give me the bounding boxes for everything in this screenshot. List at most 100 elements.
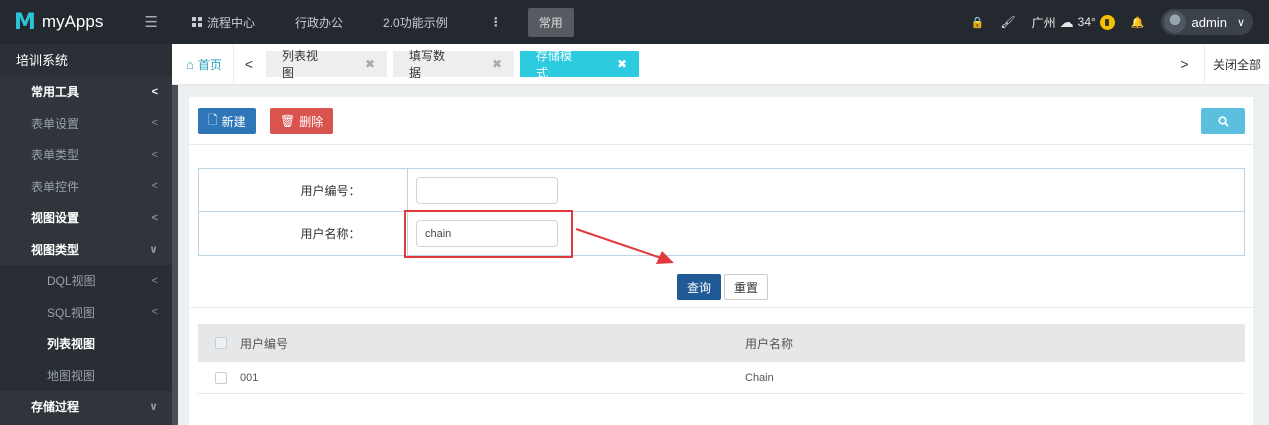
user-code-input[interactable] bbox=[416, 176, 558, 204]
topnav-label: 行政办公 bbox=[295, 15, 344, 30]
sidebar-item-map-view[interactable]: 地图视图 bbox=[0, 359, 172, 391]
sidebar-item-label: 地图视图 bbox=[47, 368, 96, 383]
tab-bar: ⌂ 首页 < 列表视图 ✖ 填写数据 ✖ 存储模式 ✖ > 关闭全部 bbox=[172, 43, 1269, 85]
annotation-arrow bbox=[575, 228, 674, 264]
table-row[interactable]: 001 Chain bbox=[198, 362, 1245, 394]
cloud-icon: ☁ bbox=[1059, 13, 1074, 30]
content-panel: 🗋 新建 🗑 删除 用户编号： 用户名称： 查询 重置 bbox=[189, 97, 1253, 425]
user-name-label: 用户名称： bbox=[199, 212, 408, 255]
chevron-left-icon: < bbox=[151, 85, 158, 98]
tab-home[interactable]: ⌂ 首页 bbox=[172, 43, 234, 85]
topnav-item-process[interactable]: 流程中心 bbox=[172, 0, 275, 44]
user-name: admin bbox=[1191, 14, 1227, 30]
chevron-down-icon: ∨ bbox=[149, 401, 158, 414]
tab-bar-right: > 关闭全部 bbox=[1165, 43, 1269, 85]
close-icon[interactable]: ✖ bbox=[579, 57, 627, 71]
logo-mark: M bbox=[14, 9, 36, 35]
select-all-checkbox[interactable] bbox=[215, 337, 227, 349]
chevron-left-icon: < bbox=[151, 117, 158, 130]
cell-user-name: Chain bbox=[745, 371, 774, 384]
topnav-item-admin[interactable]: 行政办公 bbox=[275, 0, 363, 44]
sidebar-item-view-settings[interactable]: 视图设置 < bbox=[0, 202, 172, 234]
tab-label: 存储模式 bbox=[536, 49, 573, 80]
sidebar: 培训系统 常用工具 < 表单设置 < 表单类型 < 表单控件 < 视图设置 < 视图类型 ∨… bbox=[0, 44, 178, 425]
sidebar-item-sql-view[interactable]: SQL视图 < bbox=[0, 296, 172, 328]
home-icon: ⌂ bbox=[186, 56, 194, 72]
tab-list-view[interactable]: 列表视图 ✖ bbox=[266, 49, 387, 80]
sidebar-root[interactable]: 培训系统 bbox=[0, 44, 172, 76]
sidebar-item-form-controls[interactable]: 表单控件 < bbox=[0, 171, 172, 203]
sidebar-item-view-types[interactable]: 视图类型 ∨ bbox=[0, 234, 172, 266]
chevron-left-icon: < bbox=[151, 180, 158, 193]
app-name: myApps bbox=[41, 12, 104, 31]
temperature-label: 34° bbox=[1077, 15, 1096, 29]
more-icon[interactable]: ⋮ bbox=[468, 15, 524, 29]
bell-icon[interactable]: 🔔 bbox=[1131, 16, 1145, 29]
new-button[interactable]: 🗋 新建 bbox=[198, 108, 256, 134]
close-icon[interactable]: ✖ bbox=[327, 57, 375, 71]
user-code-label: 用户编号： bbox=[199, 169, 408, 211]
grid-icon bbox=[192, 17, 202, 27]
sidebar-item-form-types[interactable]: 表单类型 < bbox=[0, 139, 172, 171]
toolbar: 🗋 新建 🗑 删除 bbox=[189, 97, 1253, 145]
indent-icon[interactable]: ☰ bbox=[145, 13, 158, 31]
lock-icon[interactable]: 🔒 bbox=[971, 16, 985, 29]
sidebar-scrollbar[interactable] bbox=[172, 44, 178, 425]
form-row-user-code: 用户编号： bbox=[199, 169, 1244, 212]
top-bar: M myApps ☰ 流程中心 行政办公 2.0功能示例 ⋮ 常用 🔒 🖌 广州… bbox=[0, 0, 1269, 44]
file-icon: 🗋 bbox=[208, 112, 218, 127]
reset-button[interactable]: 重置 bbox=[724, 274, 769, 300]
sidebar-item-label: 视图设置 bbox=[31, 211, 80, 226]
chevron-down-icon: ∨ bbox=[149, 243, 158, 256]
brush-icon[interactable]: 🖌 bbox=[1000, 15, 1015, 29]
common-button[interactable]: 常用 bbox=[527, 7, 574, 37]
sidebar-item-label: 表单控件 bbox=[31, 179, 80, 194]
results-table: 用户编号 用户名称 001 Chain bbox=[198, 324, 1245, 394]
column-header-user-code[interactable]: 用户编号 bbox=[240, 335, 745, 352]
city-label: 广州 bbox=[1031, 15, 1056, 30]
chevron-left-icon: < bbox=[151, 211, 158, 224]
weather-widget[interactable]: 广州 ☁ 34° bbox=[1032, 14, 1115, 31]
sidebar-item-label: 视图类型 bbox=[31, 242, 80, 257]
sidebar-item-label: 存储过程 bbox=[31, 400, 80, 415]
sidebar-item-label: 列表视图 bbox=[47, 337, 96, 352]
user-code-cell bbox=[408, 169, 1244, 211]
search-form: 用户编号： 用户名称： bbox=[198, 168, 1245, 256]
user-menu[interactable]: admin ∨ bbox=[1160, 9, 1253, 35]
close-all-tabs-button[interactable]: 关闭全部 bbox=[1205, 56, 1269, 73]
sidebar-item-label: DQL视图 bbox=[47, 274, 96, 289]
close-icon[interactable]: ✖ bbox=[454, 57, 502, 71]
form-row-user-name: 用户名称： bbox=[199, 212, 1244, 255]
top-nav: 流程中心 行政办公 2.0功能示例 ⋮ 常用 bbox=[172, 0, 574, 44]
delete-button-label: 删除 bbox=[299, 114, 324, 129]
query-button[interactable]: 查询 bbox=[677, 274, 722, 300]
sidebar-item-form-settings[interactable]: 表单设置 < bbox=[0, 108, 172, 140]
weather-badge-icon bbox=[1099, 14, 1115, 30]
app-logo[interactable]: M myApps ☰ bbox=[0, 0, 172, 44]
tab-next-button[interactable]: > bbox=[1165, 43, 1205, 85]
chevron-left-icon: < bbox=[151, 306, 158, 319]
table-header: 用户编号 用户名称 bbox=[198, 324, 1245, 362]
avatar bbox=[1163, 11, 1186, 33]
row-checkbox[interactable] bbox=[215, 371, 227, 384]
tab-prev-button[interactable]: < bbox=[234, 56, 264, 72]
column-header-user-name[interactable]: 用户名称 bbox=[745, 335, 1245, 352]
search-icon bbox=[1217, 115, 1229, 127]
sidebar-item-list-view[interactable]: 列表视图 bbox=[0, 328, 172, 360]
sidebar-item-tools[interactable]: 常用工具 < bbox=[0, 76, 172, 108]
trash-icon: 🗑 bbox=[280, 114, 296, 128]
sidebar-item-stored-procedure[interactable]: 存储过程 ∨ bbox=[0, 391, 172, 423]
topnav-item-demo[interactable]: 2.0功能示例 bbox=[363, 0, 468, 44]
tab-home-label: 首页 bbox=[197, 57, 222, 72]
query-buttons: 查询 重置 bbox=[677, 274, 769, 300]
tab-label: 列表视图 bbox=[282, 49, 319, 80]
topnav-label: 流程中心 bbox=[207, 15, 256, 30]
tab-fill-data[interactable]: 填写数据 ✖ bbox=[393, 49, 514, 80]
annotation-highlight-box bbox=[404, 210, 573, 258]
tab-label: 填写数据 bbox=[409, 49, 446, 80]
sidebar-item-dql-view[interactable]: DQL视图 < bbox=[0, 265, 172, 297]
search-toggle-button[interactable] bbox=[1201, 108, 1245, 134]
delete-button[interactable]: 🗑 删除 bbox=[270, 108, 334, 134]
chevron-down-icon: ∨ bbox=[1236, 16, 1245, 29]
tab-storage-mode[interactable]: 存储模式 ✖ bbox=[520, 49, 639, 80]
